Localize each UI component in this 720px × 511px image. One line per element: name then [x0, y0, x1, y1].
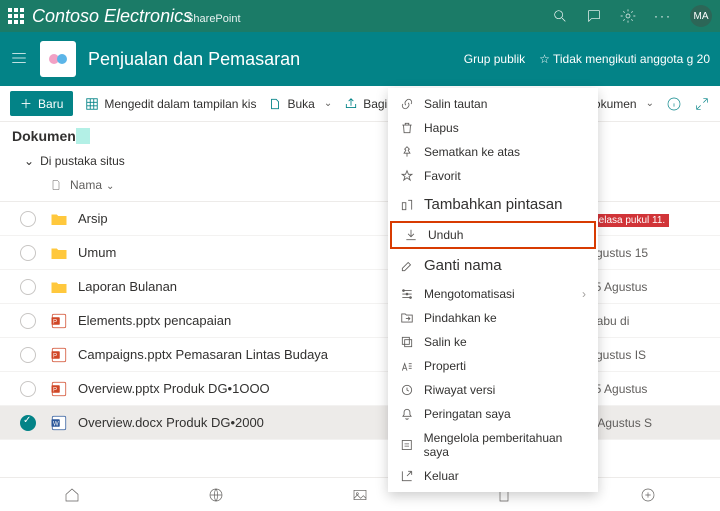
- select-circle[interactable]: [20, 415, 36, 431]
- site-header: Penjualan dan Pemasaran Grup publik ☆ Ti…: [0, 32, 720, 86]
- file-modified: Agustus 15: [588, 246, 708, 260]
- menu-label: Properti: [424, 359, 466, 373]
- svg-text:P: P: [53, 353, 57, 359]
- menu-item-rename[interactable]: Ganti nama: [388, 249, 598, 282]
- context-menu: Salin tautan Hapus Sematkan ke atas Favorit…: [388, 88, 598, 492]
- nav-toggle-icon[interactable]: [10, 49, 28, 70]
- menu-item-trash[interactable]: Hapus: [388, 116, 598, 140]
- file-list: ArsipSelasa pukul 11.UmumAgustus 15Lapor…: [0, 202, 720, 440]
- menu-item-shortcut[interactable]: Tambahkan pintasan: [388, 188, 598, 221]
- expand-icon[interactable]: [694, 96, 710, 112]
- menu-item-flow[interactable]: Mengotomatisasi›: [388, 282, 598, 306]
- menu-label: Hapus: [424, 121, 459, 135]
- app-launcher-icon[interactable]: [8, 8, 24, 24]
- file-modified: 15 Agustus: [588, 280, 708, 294]
- menu-label: Keluar: [424, 469, 459, 483]
- search-icon[interactable]: [552, 8, 568, 24]
- file-row[interactable]: ArsipSelasa pukul 11.: [0, 202, 720, 236]
- menu-item-star[interactable]: Favorit: [388, 164, 598, 188]
- menu-item-alert[interactable]: Peringatan saya: [388, 402, 598, 426]
- file-modified: Selasa pukul 11.: [588, 212, 708, 226]
- site-logo[interactable]: [40, 41, 76, 77]
- menu-label: Mengelola pemberitahuan saya: [424, 431, 586, 459]
- library-title: Dokumen: [12, 128, 90, 144]
- more-icon[interactable]: ···: [654, 9, 672, 23]
- svg-text:W: W: [53, 421, 59, 427]
- menu-label: Mengotomatisasi: [424, 287, 515, 301]
- edit-grid-button[interactable]: Mengedit dalam tampilan kis: [85, 97, 256, 111]
- select-circle[interactable]: [20, 245, 36, 261]
- info-icon[interactable]: [666, 96, 682, 112]
- menu-label: Salin ke: [424, 335, 467, 349]
- new-button[interactable]: ＋ Baru: [10, 91, 73, 116]
- select-circle[interactable]: [20, 211, 36, 227]
- menu-item-link[interactable]: Salin tautan: [388, 92, 598, 116]
- menu-label: Ganti nama: [424, 257, 502, 274]
- tree-node[interactable]: ⌄ Di pustaka situs: [0, 150, 720, 172]
- file-row[interactable]: POverview.pptx Produk DG•1OOO15 Agustus: [0, 372, 720, 406]
- suite-actions: ··· MA: [552, 5, 712, 27]
- home-icon[interactable]: [64, 487, 80, 503]
- select-circle[interactable]: [20, 381, 36, 397]
- menu-label: Salin tautan: [424, 97, 487, 111]
- menu-label: Pindahkan ke: [424, 311, 497, 325]
- file-modified: Rabu di: [588, 314, 708, 328]
- suite-bar: Contoso ElectronicsSharePoint ··· MA: [0, 0, 720, 32]
- menu-item-pin[interactable]: Sematkan ke atas: [388, 140, 598, 164]
- follow-status[interactable]: ☆ Tidak mengikuti anggota g 20: [539, 52, 710, 66]
- library-title-row: Dokumen: [0, 122, 720, 150]
- file-type-column[interactable]: [50, 178, 70, 195]
- menu-item-manage[interactable]: Mengelola pemberitahuan saya: [388, 426, 598, 464]
- open-button[interactable]: Buka⌄: [268, 97, 332, 111]
- menu-item-prop[interactable]: Properti: [388, 354, 598, 378]
- select-circle[interactable]: [20, 313, 36, 329]
- file-row[interactable]: UmumAgustus 15: [0, 236, 720, 270]
- bottom-nav: [0, 477, 720, 511]
- brand-title: Contoso ElectronicsSharePoint: [32, 6, 552, 27]
- file-modified: 15 Agustus: [588, 382, 708, 396]
- svg-text:P: P: [53, 387, 57, 393]
- menu-item-history[interactable]: Riwayat versi: [388, 378, 598, 402]
- file-row[interactable]: PCampaigns.pptx Pemasaran Lintas BudayaA…: [0, 338, 720, 372]
- site-title: Penjualan dan Pemasaran: [88, 49, 452, 70]
- menu-label: Sematkan ke atas: [424, 145, 520, 159]
- select-circle[interactable]: [20, 347, 36, 363]
- menu-label: Riwayat versi: [424, 383, 495, 397]
- file-row[interactable]: Laporan Bulanan15 Agustus: [0, 270, 720, 304]
- file-modified: Agustus IS: [588, 348, 708, 362]
- avatar[interactable]: MA: [690, 5, 712, 27]
- globe-icon[interactable]: [208, 487, 224, 503]
- file-row[interactable]: PElements.pptx pencapaianRabu di: [0, 304, 720, 338]
- group-visibility: Grup publik: [464, 52, 525, 66]
- svg-text:P: P: [53, 319, 57, 325]
- select-circle[interactable]: [20, 279, 36, 295]
- menu-item-move[interactable]: Pindahkan ke: [388, 306, 598, 330]
- menu-item-exit[interactable]: Keluar: [388, 464, 598, 488]
- menu-item-download[interactable]: Unduh: [390, 221, 596, 249]
- image-icon[interactable]: [352, 487, 368, 503]
- menu-label: Peringatan saya: [424, 407, 511, 421]
- menu-label: Tambahkan pintasan: [424, 196, 562, 213]
- add-icon[interactable]: [640, 487, 656, 503]
- file-row[interactable]: WOverview.docx Produk DG•20001 Agustus S: [0, 406, 720, 440]
- column-header-row: Nama⌄ Diubah + Tambah kolom: [0, 172, 720, 202]
- menu-label: Unduh: [428, 228, 463, 242]
- command-bar: ＋ Baru Mengedit dalam tampilan kis Buka⌄…: [0, 86, 720, 122]
- chat-icon[interactable]: [586, 8, 602, 24]
- chevron-down-icon: ⌄: [24, 154, 34, 168]
- file-modified: 1 Agustus S: [588, 416, 708, 430]
- settings-icon[interactable]: [620, 8, 636, 24]
- menu-item-copy[interactable]: Salin ke: [388, 330, 598, 354]
- menu-label: Favorit: [424, 169, 461, 183]
